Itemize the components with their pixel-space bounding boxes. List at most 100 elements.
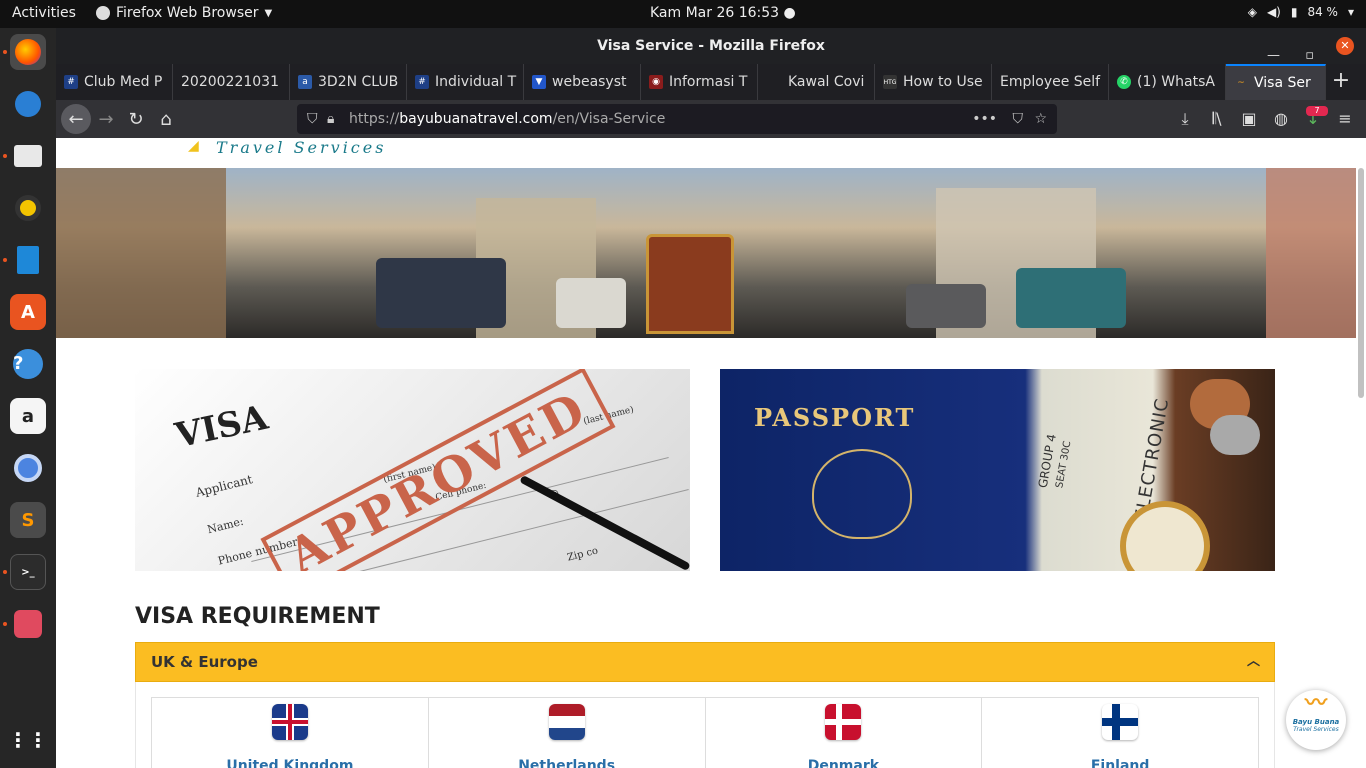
url-host: bayubuanatravel.com — [399, 111, 553, 127]
firefox-window: Visa Service - Mozilla Firefox — ▫ ✕ # Cl… — [56, 28, 1366, 768]
accordion-body: United Kingdom Netherlands Denmark Finla… — [135, 682, 1275, 768]
tab[interactable]: # Individual T — [407, 64, 524, 100]
running-indicator — [3, 258, 7, 262]
whatsapp-icon: ✆ — [1117, 75, 1131, 89]
downloads-icon[interactable]: ⤓ — [1174, 104, 1196, 134]
reload-icon: ↻ — [128, 108, 144, 130]
forward-button[interactable]: → — [91, 104, 121, 134]
visa-field-zip: Zip co — [566, 545, 600, 564]
show-apps-icon[interactable]: ⋮⋮ — [8, 722, 48, 758]
country-name[interactable]: Finland — [982, 758, 1258, 768]
files-dock-icon[interactable] — [10, 138, 46, 174]
bayu-buana-logo-icon: 〰 — [1304, 691, 1327, 716]
tab[interactable]: ✆ (1) WhatsA — [1109, 64, 1226, 100]
ticket-seat: SEAT 30C — [1054, 440, 1074, 489]
system-tray[interactable]: ◈ ◀) ▮ 84 % ▾ — [1248, 5, 1354, 19]
tab[interactable]: a 3D2N CLUB — [290, 64, 407, 100]
country-name[interactable]: United Kingdom — [152, 758, 428, 768]
sidebar-icon[interactable]: ▣ — [1238, 104, 1260, 134]
passport-image-title: PASSPORT — [754, 403, 916, 432]
tab[interactable]: Kawal Covi — [758, 64, 875, 100]
car — [1016, 268, 1126, 328]
running-indicator — [3, 622, 7, 626]
terminal-dock-icon[interactable]: >_ — [10, 554, 46, 590]
building — [56, 168, 226, 338]
bookmark-star-icon[interactable]: ☆ — [1034, 111, 1047, 127]
tab-label: (1) WhatsA — [1137, 74, 1215, 90]
car — [556, 278, 626, 328]
tab[interactable]: 20200221031 — [173, 64, 290, 100]
country-card[interactable]: Denmark — [706, 698, 983, 768]
chromium-dock-icon[interactable] — [10, 450, 46, 486]
window-title: Visa Service - Mozilla Firefox — [597, 38, 825, 54]
tab[interactable]: ▼ webeasyst — [524, 64, 641, 100]
system-top-bar: Activities Firefox Web Browser ▼ Kam Mar… — [0, 0, 1366, 28]
tab-active[interactable]: ~Visa Ser✕ — [1226, 64, 1326, 100]
sublime-dock-icon[interactable]: S — [10, 502, 46, 538]
tab-label: 3D2N CLUB — [318, 74, 399, 90]
tab-label: 20200221031 — [181, 74, 279, 90]
firefox-dock-icon[interactable] — [10, 34, 46, 70]
home-button[interactable]: ⌂ — [151, 104, 181, 134]
software-dock-icon[interactable]: A — [10, 294, 46, 330]
country-card[interactable]: Netherlands — [429, 698, 706, 768]
running-indicator — [3, 154, 7, 158]
visa-field-applicant: Applicant — [194, 472, 254, 500]
page-actions-icon[interactable]: ••• — [972, 111, 997, 127]
tab[interactable]: Employee Self — [992, 64, 1109, 100]
forward-arrow-icon: → — [98, 108, 114, 130]
addon-download-icon[interactable]: ↓ 7 — [1302, 104, 1328, 134]
country-card[interactable]: United Kingdom — [152, 698, 429, 768]
tab-label: Club Med P — [84, 74, 163, 90]
page-scrollbar[interactable] — [1358, 168, 1364, 398]
htg-icon: HTG — [883, 75, 897, 89]
visa-approved-image: VISA Applicant Name: Phone number (first… — [135, 369, 690, 571]
tracking-shield-icon[interactable]: ⛉ — [307, 111, 327, 127]
country-name[interactable]: Denmark — [706, 758, 982, 768]
help-dock-icon[interactable]: ? — [10, 346, 46, 382]
hamburger-menu-icon[interactable]: ≡ — [1334, 104, 1356, 134]
country-name[interactable]: Netherlands — [429, 758, 705, 768]
chevron-up-icon[interactable]: ︿ — [1247, 643, 1260, 681]
lock-icon[interactable]: 🔒︎ — [327, 111, 349, 127]
finland-flag-icon — [1102, 704, 1139, 740]
account-icon[interactable]: ◍ — [1270, 104, 1292, 134]
amazon-dock-icon[interactable]: a — [10, 398, 46, 434]
tab-label: Informasi T — [669, 74, 748, 90]
car — [376, 258, 506, 328]
battery-percent: 84 % — [1307, 5, 1338, 19]
window-titlebar[interactable]: Visa Service - Mozilla Firefox — ▫ ✕ — [56, 28, 1366, 64]
clock[interactable]: Kam Mar 26 16:53 ● — [650, 5, 796, 21]
bayu-buana-floating-logo[interactable]: 〰 Bayu Buana Travel Services — [1286, 690, 1346, 750]
url-bar[interactable]: ⛉ 🔒︎ https://bayubuanatravel.com/en/Visa… — [297, 104, 1057, 134]
tab[interactable]: ◉ Informasi T — [641, 64, 758, 100]
dock: A ? a S >_ ⋮⋮ — [0, 28, 56, 768]
power-menu-icon: ▾ — [1347, 5, 1354, 19]
running-indicator — [3, 50, 7, 54]
new-tab-button[interactable]: + — [1326, 64, 1356, 100]
site-logo-text[interactable]: Travel Services — [216, 138, 386, 157]
activities-button[interactable]: Activities — [12, 5, 76, 21]
tab[interactable]: HTG How to Use — [875, 64, 992, 100]
thunderbird-dock-icon[interactable] — [10, 86, 46, 122]
tab-label: Individual T — [435, 74, 517, 90]
library-icon[interactable]: 𝄃\ — [1206, 104, 1228, 134]
accordion-header-uk-europe[interactable]: UK & Europe ︿ — [135, 642, 1275, 682]
app-menu[interactable]: Firefox Web Browser ▼ — [96, 5, 272, 21]
back-button[interactable]: ← — [61, 104, 91, 134]
ado-icon: a — [298, 75, 312, 89]
tab[interactable]: # Club Med P — [56, 64, 173, 100]
shield-icon: ▼ — [532, 75, 546, 89]
building — [1266, 168, 1356, 338]
rhythmbox-dock-icon[interactable] — [10, 190, 46, 226]
blocked-app-dock-icon[interactable] — [10, 606, 46, 642]
country-card[interactable]: Finland — [982, 698, 1258, 768]
close-window-button[interactable]: ✕ — [1336, 37, 1354, 55]
netherlands-flag-icon — [548, 704, 585, 740]
reload-button[interactable]: ↻ — [121, 104, 151, 134]
writer-dock-icon[interactable] — [10, 242, 46, 278]
battery-icon: ▮ — [1290, 5, 1298, 19]
tab-strip: # Club Med P 20200221031 a 3D2N CLUB # Indi… — [56, 64, 1366, 100]
pocket-icon[interactable]: ⛉ — [1013, 111, 1024, 127]
section-title: VISA REQUIREMENT — [135, 604, 380, 629]
